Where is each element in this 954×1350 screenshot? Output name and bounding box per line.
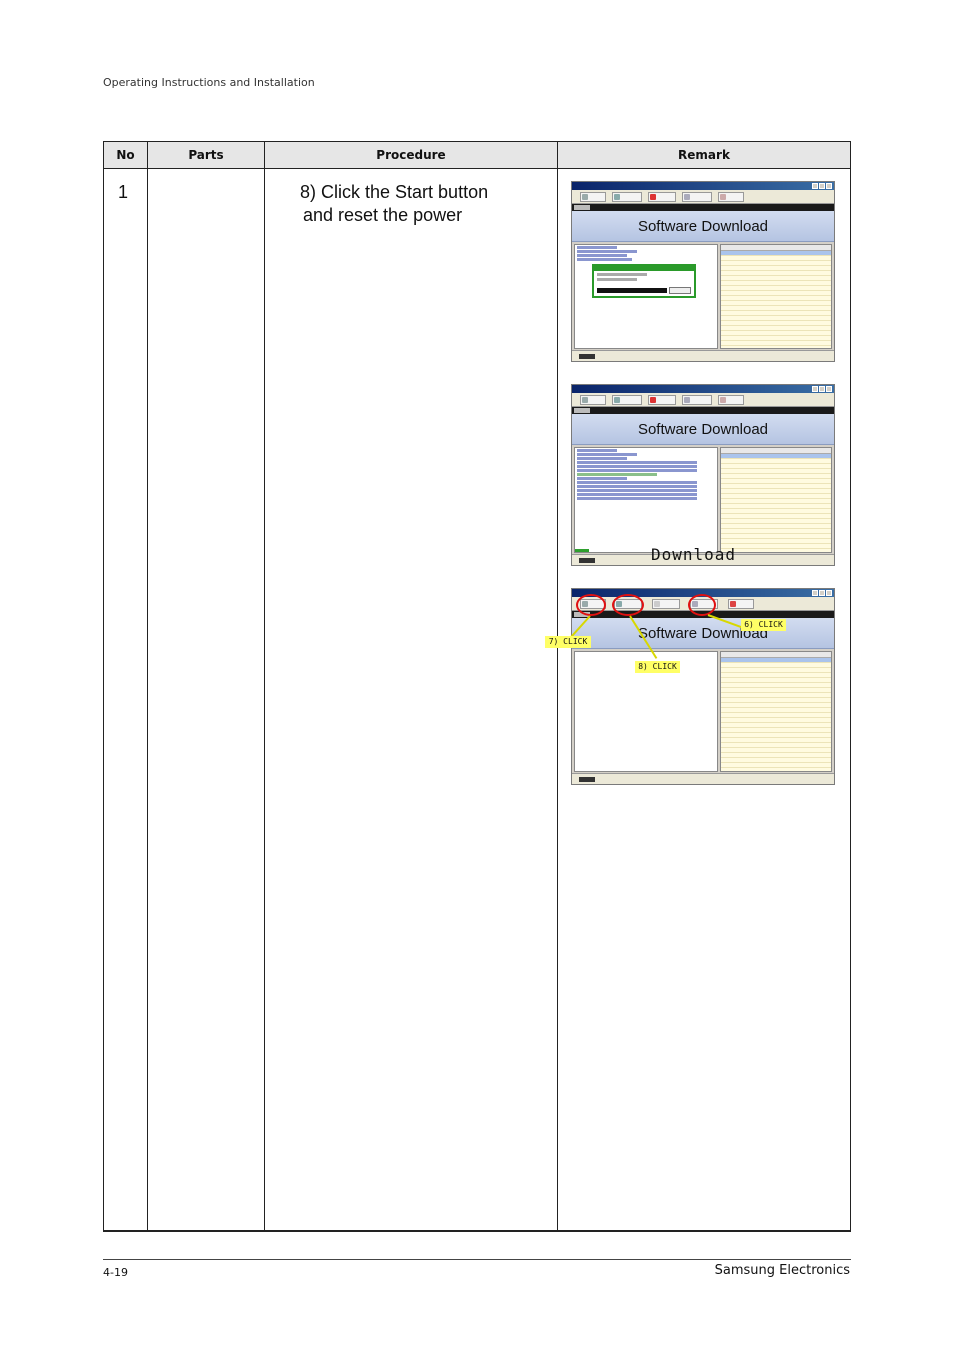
page-number: 4-19 [103,1266,128,1279]
data-grid [720,651,832,772]
doc-title: Operating Instructions and Installation [103,76,315,89]
banner-title: Software Download [572,414,834,445]
col-divider [264,142,265,1230]
table-header: No Parts Procedure Remark [104,142,850,169]
window-titlebar [572,182,834,190]
log-pane [574,447,718,553]
col-no-header: No [116,148,135,162]
row-number: 1 [118,182,129,202]
download-progress [575,549,589,552]
toolbar [572,393,834,407]
col-procedure-header: Procedure [376,148,446,162]
screenshot-downloading: Software Download [571,384,835,566]
banner-title: Software Download [572,211,834,242]
highlight-ring-open [576,594,606,616]
reset-popup [592,264,696,298]
data-grid [720,244,832,349]
screenshot-start-steps: Software Download [571,588,835,785]
toolbar [572,190,834,204]
download-label: Download [651,545,737,564]
stop-button[interactable] [652,599,680,609]
col-parts-header: Parts [188,148,224,162]
brand-name: Samsung Electronics [714,1263,850,1278]
data-grid [720,447,832,553]
exit-button[interactable] [728,599,754,609]
footer-rule [103,1259,851,1260]
callout-step-8: 8) CLICK [635,661,680,673]
window-footer [572,350,834,361]
window-footer [572,773,834,784]
procedure-line: and reset the power [303,205,463,225]
col-divider [557,142,558,1230]
window-titlebar [572,385,834,393]
procedure-text: 8) Click the Start button and reset the … [300,181,488,227]
close-icon [669,287,691,294]
procedure-line: 8) Click the Start button [300,182,489,202]
screenshot-reset-power: Software Download [571,181,835,362]
highlight-ring-setup [688,594,716,616]
highlight-ring-start [612,594,644,616]
callout-step-7: 7) CLICK [545,636,591,648]
col-divider [147,142,148,1230]
callout-step-6: 6) CLICK [741,619,786,631]
banner-title: Software Download [572,618,834,649]
col-remark-header: Remark [678,148,730,162]
